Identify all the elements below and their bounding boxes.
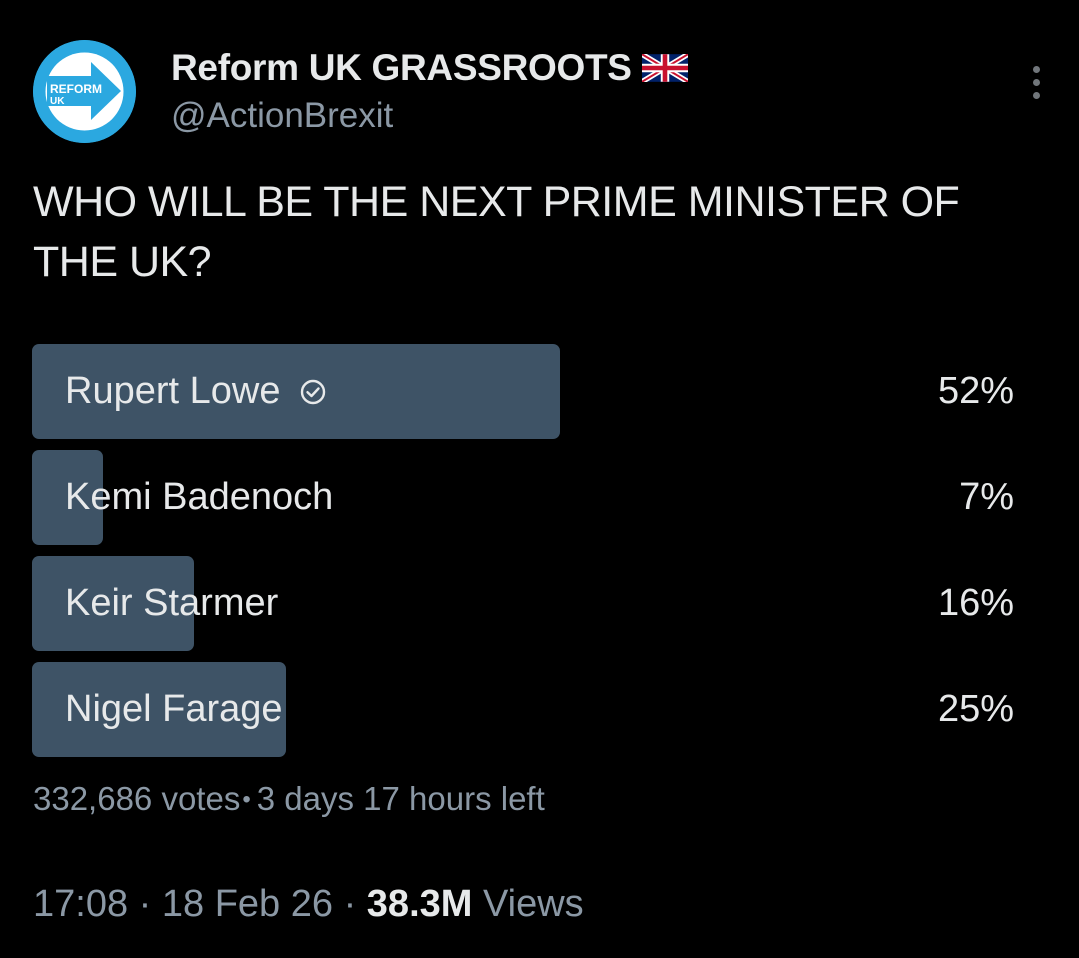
post-time[interactable]: 17:08 [33,883,128,925]
uk-flag-icon [641,54,688,82]
check-circle-icon [301,379,326,404]
display-name[interactable]: Reform UK GRASSROOTS [171,47,632,89]
post-header: REFORM UK Reform UK GRASSROOTS @ActionBr… [33,40,1063,143]
post-text: WHO WILL BE THE NEXT PRIME MINISTER OF T… [33,178,960,286]
poll-option-percent: 52% [937,370,1014,412]
dot-separator: · [343,883,357,925]
poll-meta: 332,686 votes• 3 days 17 hours left [33,780,545,818]
poll-option-label: Nigel Farage [65,688,283,730]
post-timestamp: 17:08 · 18 Feb 26 · 38.3M Views [33,883,584,926]
poll-option-label: Kemi Badenoch [65,476,334,518]
post-date[interactable]: 18 Feb 26 [162,883,333,925]
poll-time-left: 3 days 17 hours left [256,780,545,817]
poll-option[interactable]: Rupert Lowe 52% [32,344,1014,439]
svg-text:UK: UK [50,96,65,107]
poll: Rupert Lowe 52% Kemi Badenoch 7% Keir St… [32,344,1014,768]
poll-option-percent: 16% [937,582,1014,624]
poll-option-percent: 25% [937,688,1014,730]
poll-votes: 332,686 votes [33,780,241,817]
poll-option-percent: 7% [959,476,1014,518]
account-handle[interactable]: @ActionBrexit [171,96,688,136]
avatar[interactable]: REFORM UK [33,40,136,143]
more-options-icon[interactable] [1033,66,1041,100]
dot-separator: · [138,883,152,925]
svg-text:REFORM: REFORM [50,82,102,96]
poll-separator: • [242,786,251,813]
poll-option-label: Keir Starmer [65,582,279,624]
poll-option[interactable]: Kemi Badenoch 7% [32,450,1014,545]
reform-uk-logo-icon: REFORM UK [33,40,136,143]
poll-option[interactable]: Nigel Farage 25% [32,662,1014,757]
views-count: 38.3M [366,883,473,925]
views-label: Views [482,883,584,925]
account-names: Reform UK GRASSROOTS @ActionBrexit [171,46,688,136]
poll-option-label: Rupert Lowe [65,370,281,412]
poll-option[interactable]: Keir Starmer 16% [32,556,1014,651]
